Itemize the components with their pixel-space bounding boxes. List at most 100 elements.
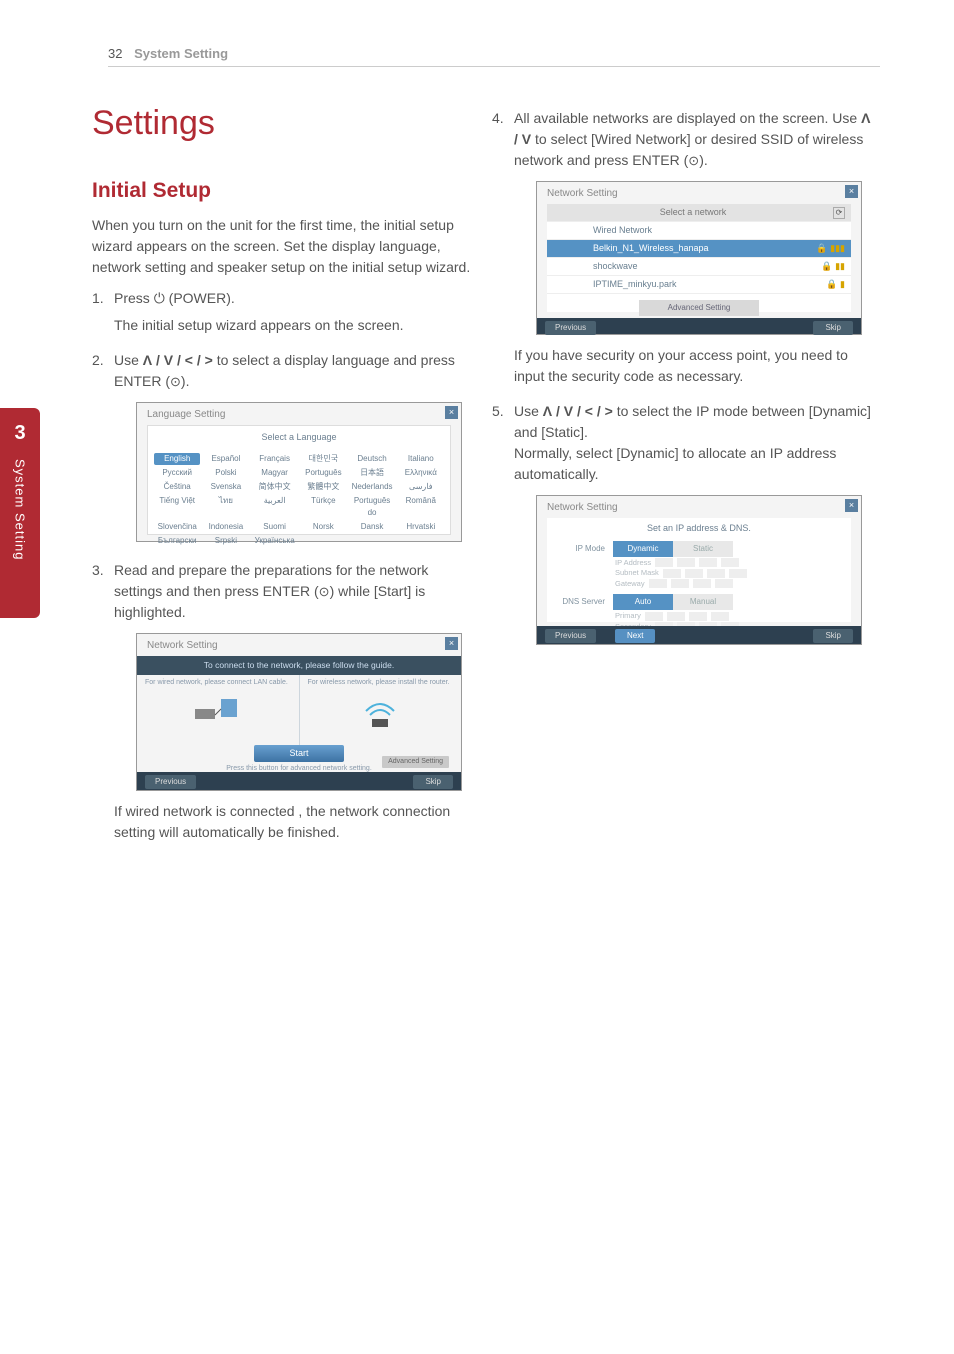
- step-1: 1. Press ⏻ (POWER). The initial setup wi…: [92, 288, 472, 342]
- lang-cell: Română: [398, 495, 444, 519]
- advanced-button: Advanced Setting: [639, 300, 759, 316]
- step-3: 3. Read and prepare the preparations for…: [92, 560, 472, 849]
- lang-cell: Português do: [349, 495, 395, 519]
- screenshot-ip-mode: Network Setting × Set an IP address & DN…: [536, 495, 862, 645]
- lang-cell: Italiano: [398, 453, 444, 465]
- screenshot-language: Language Setting × Select a Language Eng…: [136, 402, 462, 542]
- ss-title: Network Setting: [547, 186, 618, 201]
- sidebar-number: 3: [14, 422, 25, 445]
- arrow-all-icon: Λ / V / < / >: [543, 403, 613, 419]
- s2-c: ).: [181, 373, 190, 389]
- s1-a: Press: [114, 290, 154, 306]
- step-2: 2. Use Λ / V / < / > to select a display…: [92, 350, 472, 552]
- arrow-all-icon: Λ / V / < / >: [143, 352, 213, 368]
- dns-label: DNS Server: [553, 596, 613, 608]
- lang-cell: العربية: [251, 495, 297, 519]
- step-4: 4. All available networks are displayed …: [492, 108, 872, 393]
- lang-grid: EnglishEspañolFrançais대한민국DeutschItalian…: [148, 450, 450, 552]
- steps-right: 4. All available networks are displayed …: [492, 108, 872, 655]
- close-icon: ×: [845, 185, 858, 198]
- close-icon: ×: [445, 637, 458, 650]
- page-header: 32 System Setting: [108, 46, 228, 61]
- lang-cell: 日本語: [349, 467, 395, 479]
- s5-a: Use: [514, 403, 543, 419]
- step-num: 5.: [492, 401, 514, 655]
- intro-text: When you turn on the unit for the first …: [92, 215, 472, 278]
- sidebar-label: System Setting: [13, 459, 28, 560]
- lock-icon: 🔒: [826, 279, 837, 289]
- lang-cell: 대한민국: [300, 453, 346, 465]
- lang-cell: Български: [154, 535, 200, 547]
- previous-button: Previous: [145, 775, 196, 789]
- sidebar-tab: 3 System Setting: [0, 408, 40, 618]
- screenshot-network-select: Network Setting × Select a network⟳ Wire…: [536, 181, 862, 335]
- lang-cell: Українська: [251, 535, 297, 547]
- power-icon: ⏻: [154, 290, 165, 306]
- auto-tab: Auto: [613, 594, 673, 610]
- primary-label: Primary: [615, 611, 641, 622]
- lock-icon: 🔒: [821, 261, 832, 271]
- lang-cell: Polski: [203, 467, 249, 479]
- lang-cell: Norsk: [300, 521, 346, 533]
- screenshot-network-guide: Network Setting × To connect to the netw…: [136, 633, 462, 791]
- router-icon: [193, 691, 243, 727]
- lang-cell: Türkçe: [300, 495, 346, 519]
- enter-icon: ⊙: [688, 151, 699, 171]
- skip-button: Skip: [813, 321, 853, 335]
- lang-cell: Deutsch: [349, 453, 395, 465]
- lang-cell: Magyar: [251, 467, 297, 479]
- step-num: 1.: [92, 288, 114, 342]
- lang-cell: English: [154, 453, 200, 465]
- wired-label: For wired network, please connect LAN ca…: [145, 679, 291, 687]
- lang-cell: [300, 535, 346, 547]
- lang-cell: 繁體中文: [300, 481, 346, 493]
- signal-icon: ▮: [840, 279, 845, 289]
- lang-cell: Čeština: [154, 481, 200, 493]
- lang-cell: Srpski: [203, 535, 249, 547]
- lang-cell: Español: [203, 453, 249, 465]
- s3-after: If wired network is connected , the netw…: [114, 801, 472, 843]
- s1-b: (POWER).: [165, 290, 235, 306]
- lang-cell: Ελληνικά: [398, 467, 444, 479]
- lang-cell: Tiếng Việt: [154, 495, 200, 519]
- header-rule: [108, 66, 880, 67]
- lang-cell: Indonesia: [203, 521, 249, 533]
- previous-button: Previous: [545, 321, 596, 335]
- lang-cell: 简体中文: [251, 481, 297, 493]
- previous-button: Previous: [545, 629, 596, 643]
- lock-icon: 🔒: [816, 243, 827, 253]
- steps-left: 1. Press ⏻ (POWER). The initial setup wi…: [92, 288, 472, 849]
- lang-cell: Nederlands: [349, 481, 395, 493]
- dynamic-tab: Dynamic: [613, 541, 673, 557]
- ipaddr-label: IP Address: [615, 558, 651, 569]
- gateway-label: Gateway: [615, 579, 645, 590]
- step-5: 5. Use Λ / V / < / > to select the IP mo…: [492, 401, 872, 655]
- s1-sub: The initial setup wizard appears on the …: [114, 315, 472, 336]
- next-button: Next: [615, 629, 655, 643]
- lang-cell: Português: [300, 467, 346, 479]
- start-button: Start: [254, 745, 344, 763]
- close-icon: ×: [445, 406, 458, 419]
- step-num: 2.: [92, 350, 114, 552]
- header-section: System Setting: [134, 46, 228, 61]
- lang-cell: Hrvatski: [398, 521, 444, 533]
- skip-button: Skip: [813, 629, 853, 643]
- lang-cell: Svenska: [203, 481, 249, 493]
- net-name: Belkin_N1_Wireless_hanapa: [553, 242, 801, 256]
- wired-option: Wired Network: [553, 224, 801, 238]
- ss-title: Network Setting: [147, 638, 218, 653]
- ipmode-label: IP Mode: [553, 543, 613, 555]
- manual-tab: Manual: [673, 594, 733, 610]
- guide-head: To connect to the network, please follow…: [137, 656, 461, 675]
- left-column: Settings Initial Setup When you turn on …: [92, 104, 472, 857]
- ss-lang-head: Select a Language: [148, 426, 450, 450]
- s4-a: All available networks are displayed on …: [514, 110, 861, 126]
- s4-after: If you have security on your access poin…: [514, 345, 872, 387]
- signal-icon: ▮▮: [835, 261, 845, 271]
- lang-cell: Suomi: [251, 521, 297, 533]
- subnet-label: Subnet Mask: [615, 568, 659, 579]
- step-num: 3.: [92, 560, 114, 849]
- page-title: Settings: [92, 104, 472, 143]
- step-num: 4.: [492, 108, 514, 393]
- lang-cell: Slovenčina: [154, 521, 200, 533]
